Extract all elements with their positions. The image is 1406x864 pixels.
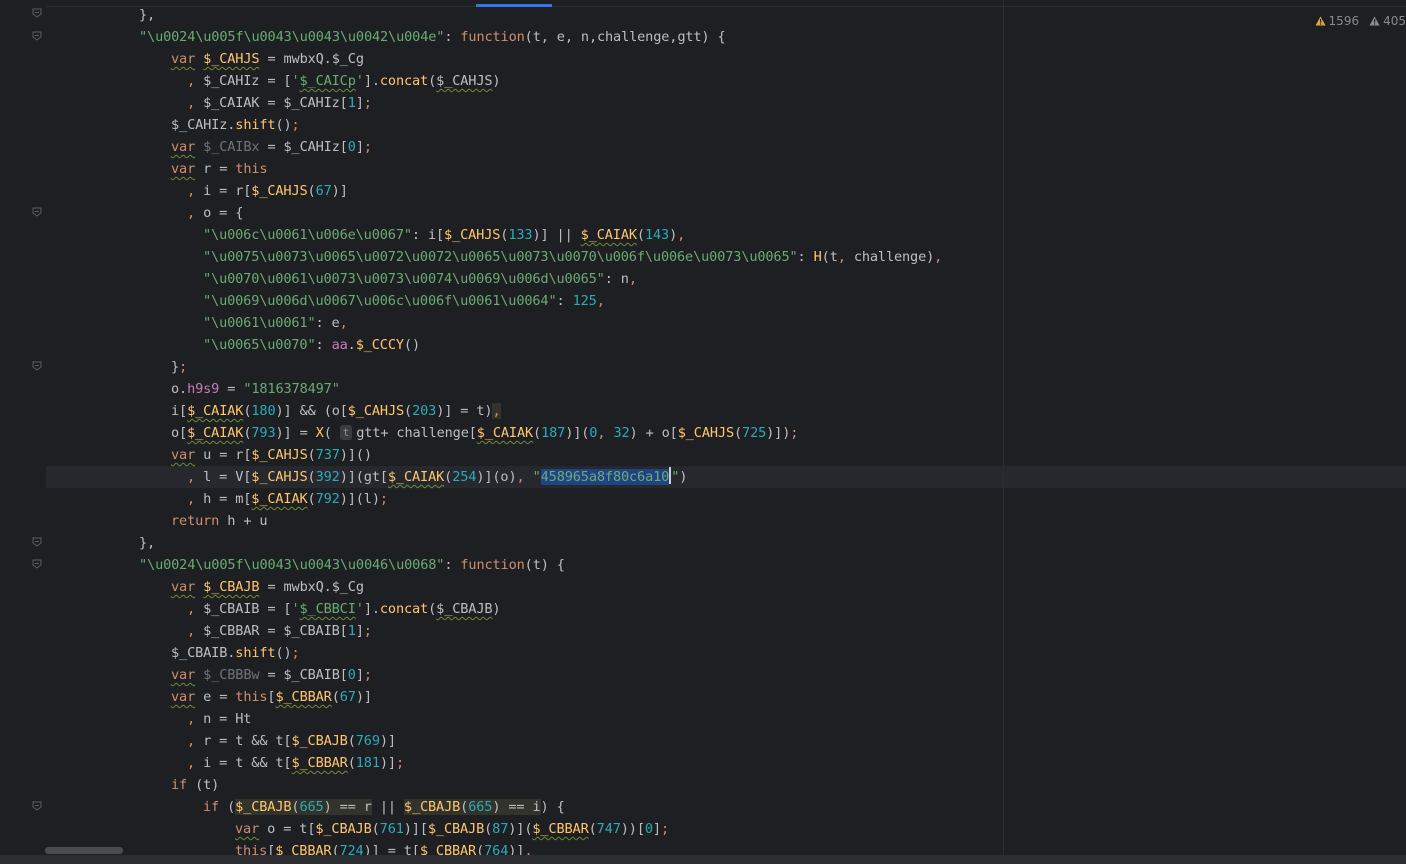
fold-marker-icon[interactable]: [32, 801, 42, 811]
fold-marker-icon[interactable]: [32, 559, 42, 569]
code-line: "\u0024\u005f\u0043\u0043\u0046\u0068": …: [139, 557, 565, 573]
warnings-count: 1596: [1328, 14, 1360, 28]
code-line: , $_CAIAK = $_CAHIz[1];: [187, 95, 372, 111]
code-line: return h + u: [171, 513, 268, 529]
code-line: "\u006c\u0061\u006e\u0067": i[$_CAHJS(13…: [203, 227, 686, 243]
horizontal-scrollbar[interactable]: [45, 847, 123, 854]
code-line: var $_CBBBw = $_CBAIB[0];: [171, 667, 372, 683]
warnings-counter[interactable]: 1596: [1315, 14, 1360, 28]
fold-marker-icon[interactable]: [32, 31, 42, 41]
code-line: , r = t && t[$_CBAJB(769)]: [187, 733, 396, 749]
code-line: o.h9s9 = "1816378497": [171, 381, 340, 397]
code-line: i[$_CAIAK(180)] && (o[$_CAHJS(203)] = t)…: [171, 403, 501, 419]
code-line: if (t): [171, 777, 220, 793]
right-margin-guide: [1003, 0, 1004, 864]
code-line: , n = Ht: [187, 711, 252, 727]
code-line: "\u0061\u0061": e,: [203, 315, 348, 331]
code-line: if ($_CBAJB(665) == r || $_CBAJB(665) ==…: [203, 799, 565, 815]
parameter-hint: t: [339, 425, 353, 440]
code-line: var $_CBAJB = mwbxQ.$_Cg: [171, 579, 364, 595]
code-line: "\u0075\u0073\u0065\u0072\u0072\u0065\u0…: [203, 249, 943, 265]
code-line: var e = this[$_CBBAR(67)]: [171, 689, 372, 705]
code-line: , i = r[$_CAHJS(67)]: [187, 183, 348, 199]
inspection-widget[interactable]: 1596 405: [1315, 14, 1406, 28]
code-line: "\u0024\u005f\u0043\u0043\u0042\u004e": …: [139, 29, 726, 45]
code-editor[interactable]: 1596 405 }, "\u0024\u005f\u0043\u0043\u0…: [0, 0, 1406, 864]
code-line-current: , l = V[$_CAHJS(392)](gt[$_CAIAK(254)](o…: [187, 467, 688, 485]
weak-warnings-count: 405: [1383, 14, 1406, 28]
code-line: var $_CAHJS = mwbxQ.$_Cg: [171, 51, 364, 67]
weak-warning-triangle-icon: [1369, 16, 1380, 26]
fold-marker-icon[interactable]: [32, 207, 42, 217]
weak-warnings-counter[interactable]: 405: [1369, 14, 1406, 28]
code-line: };: [171, 359, 188, 375]
code-line: var $_CAIBx = $_CAHIz[0];: [171, 139, 372, 155]
code-line: "\u0065\u0070": aa.$_CCCY(): [203, 337, 420, 353]
code-line: var o = t[$_CBAJB(761)][$_CBAJB(87)]($_C…: [235, 821, 670, 837]
code-line: "\u0070\u0061\u0073\u0073\u0074\u0069\u0…: [203, 271, 637, 287]
status-bar: [0, 855, 1406, 864]
code-line: var r = this: [171, 161, 268, 177]
code-line: $_CBAIB.shift();: [171, 645, 300, 661]
fold-marker-icon[interactable]: [32, 537, 42, 547]
code-line: , $_CAHIz = ['$_CAICp'].concat($_CAHJS): [187, 73, 501, 89]
code-line: $_CAHIz.shift();: [171, 117, 300, 133]
fold-marker-icon[interactable]: [32, 361, 42, 371]
code-line: o[$_CAIAK(793)] = X( t gtt+ challenge[$_C…: [171, 425, 799, 441]
warning-triangle-icon: [1315, 16, 1326, 26]
code-line: , $_CBAIB = ['$_CBBCI'].concat($_CBAJB): [187, 601, 501, 617]
code-line: },: [139, 7, 156, 23]
selected-text[interactable]: 458965a8f80c6a10: [540, 469, 669, 485]
code-line: var u = r[$_CAHJS(737)](): [171, 447, 372, 463]
code-line: "\u0069\u006d\u0067\u006c\u006f\u0061\u0…: [203, 293, 605, 309]
code-line: , $_CBBAR = $_CBAIB[1];: [187, 623, 372, 639]
code-line: , i = t && t[$_CBBAR(181)];: [187, 755, 404, 771]
code-line: , h = m[$_CAIAK(792)](l);: [187, 491, 388, 507]
code-line: },: [139, 535, 156, 551]
active-tab-indicator: [476, 4, 552, 7]
tab-bar-divider: [0, 6, 1406, 7]
code-line: , o = {: [187, 205, 244, 221]
fold-marker-icon[interactable]: [32, 8, 42, 18]
editor-gutter[interactable]: [0, 0, 46, 864]
